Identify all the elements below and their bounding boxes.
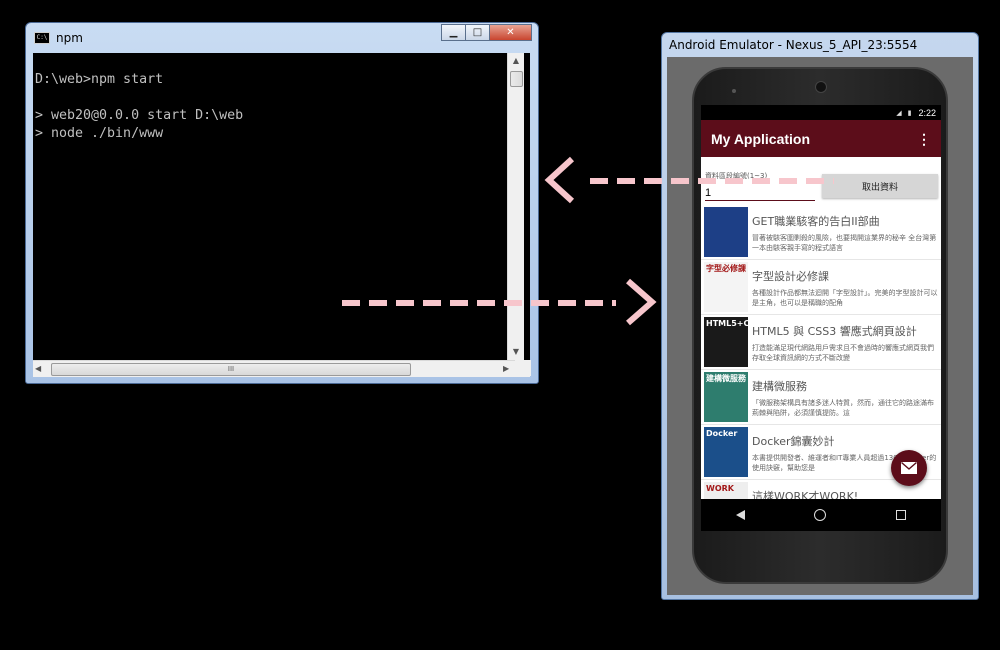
request-arrow-head-icon [544,156,575,204]
data-flow-arrows [342,156,834,326]
response-arrow-head-icon [626,278,657,326]
